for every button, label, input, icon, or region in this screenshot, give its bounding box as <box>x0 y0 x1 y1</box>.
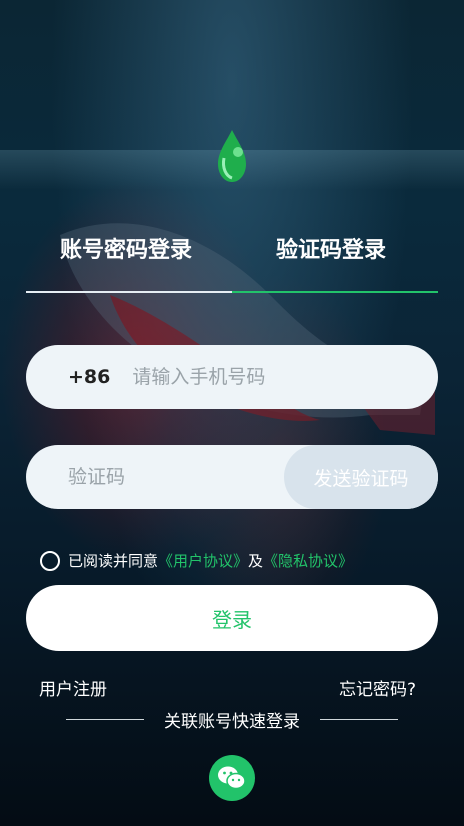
phone-input[interactable] <box>132 366 413 388</box>
app-logo-icon <box>218 130 246 182</box>
divider-line-right <box>320 719 398 720</box>
send-code-button[interactable]: 发送验证码 <box>284 445 438 509</box>
login-button[interactable]: 登录 <box>26 585 438 651</box>
wechat-login-button[interactable] <box>209 755 255 801</box>
user-agreement-link[interactable]: 《用户协议》 <box>158 550 248 571</box>
phone-field: +86 <box>26 345 438 409</box>
tab-account-login[interactable]: 账号密码登录 <box>60 232 192 264</box>
tab-active-indicator <box>232 291 438 293</box>
agreement-row: 已阅读并同意 《用户协议》 及 《隐私协议》 <box>40 550 353 571</box>
agreement-and: 及 <box>248 552 264 570</box>
forgot-password-link[interactable]: 忘记密码? <box>339 675 416 700</box>
agree-radio[interactable] <box>40 550 60 571</box>
wechat-icon <box>218 766 246 790</box>
tab-code-login[interactable]: 验证码登录 <box>276 232 386 264</box>
register-link[interactable]: 用户注册 <box>39 675 107 700</box>
code-field: 发送验证码 <box>26 445 438 509</box>
code-input[interactable] <box>68 466 268 488</box>
country-code[interactable]: +86 <box>68 366 110 388</box>
quick-login-divider: 关联账号快速登录 <box>0 707 464 732</box>
login-tabs: 账号密码登录 验证码登录 <box>26 232 438 294</box>
divider-line-left <box>66 719 144 720</box>
privacy-agreement-link[interactable]: 《隐私协议》 <box>263 550 353 571</box>
agreement-prefix: 已阅读并同意 <box>68 552 159 570</box>
tab-divider <box>26 291 232 293</box>
quick-login-label: 关联账号快速登录 <box>164 712 300 732</box>
